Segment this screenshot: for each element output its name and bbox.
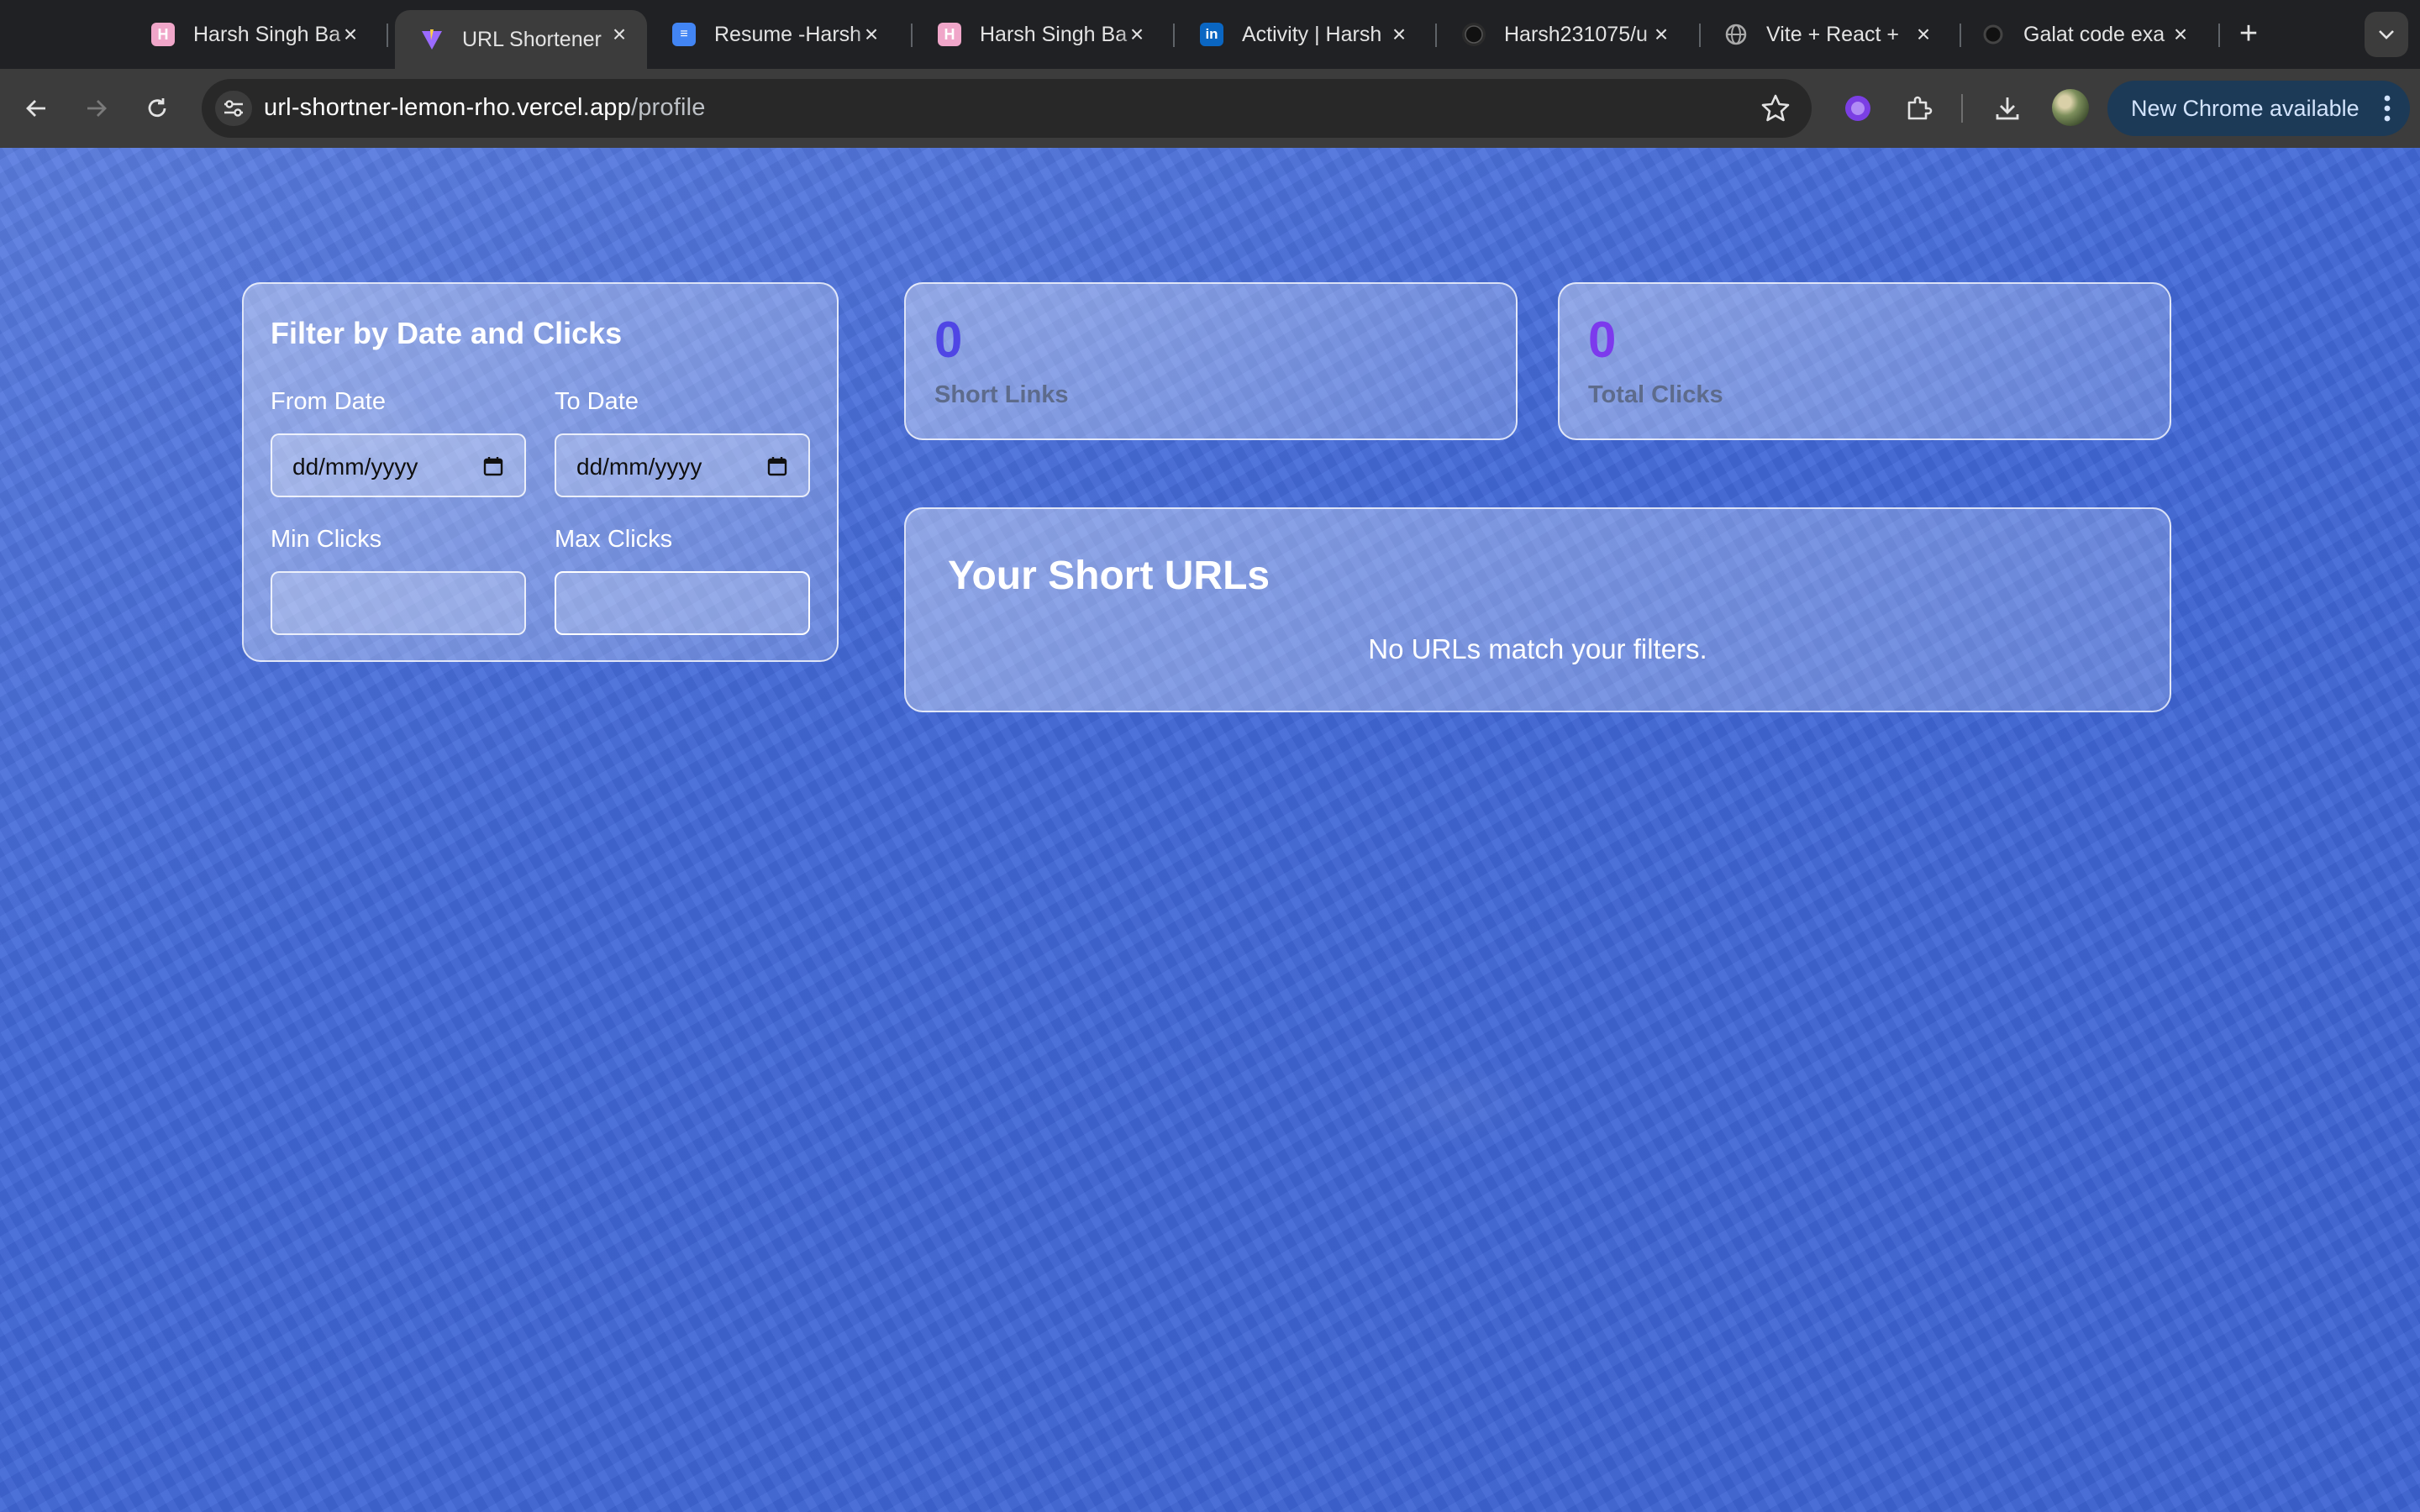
tab-title: Harsh Singh Ba [193,22,341,46]
close-tab-icon[interactable]: × [1911,22,1936,47]
tab-github[interactable]: Harsh231075/u × [1437,10,1689,59]
from-date-value: dd/mm/yyyy [292,454,418,480]
tab-vite-react[interactable]: Vite + React + × [1699,10,1951,59]
tab-separator [2218,24,2220,47]
openai-icon [1981,23,2005,46]
total-clicks-card: 0 Total Clicks [1558,282,2171,440]
browser-toolbar: url-shortner-lemon-rho.vercel.app/profil… [0,69,2420,148]
reload-button[interactable] [136,87,178,129]
tab-title: URL Shortener [462,27,602,51]
hashnode-icon: H [938,23,961,46]
downloads-button[interactable] [1986,87,2028,129]
total-clicks-label: Total Clicks [1588,381,1723,408]
url-host: url-shortner-lemon-rho.vercel.app [264,94,631,121]
calendar-icon[interactable] [482,455,504,477]
extension-badge-icon [1845,96,1870,121]
extensions-menu-button[interactable] [1897,87,1939,129]
site-info-button[interactable] [215,91,252,126]
reload-icon [148,98,166,118]
new-tab-button[interactable]: + [2232,15,2265,52]
from-date-label: From Date [271,388,386,415]
tab-title: Resume -Harsh [714,22,862,46]
extension-button[interactable] [1837,87,1879,129]
tab-title: Harsh231075/u [1504,22,1648,46]
total-clicks-count: 0 [1588,312,1617,368]
tab-title: Activity | Harsh [1242,22,1382,46]
max-clicks-input[interactable] [555,571,810,635]
tab-resume[interactable]: ≡ Resume -Harsh × [647,10,899,59]
short-links-count: 0 [934,312,963,368]
puzzle-icon [1907,96,1933,120]
download-icon [1996,97,2019,120]
more-vert-icon[interactable] [2383,94,2391,123]
short-urls-heading: Your Short URLs [948,554,1270,598]
tab-strip: H Harsh Singh Ba × URL Shortener × ≡ Res… [0,0,2420,69]
tune-icon [224,100,243,117]
address-bar[interactable]: url-shortner-lemon-rho.vercel.app/profil… [202,79,1812,138]
tab-harsh-singh-2[interactable]: H Harsh Singh Ba × [913,10,1165,59]
short-urls-panel: Your Short URLs No URLs match your filte… [904,507,2171,712]
close-tab-icon[interactable]: × [1124,22,1150,47]
globe-icon [1724,23,1748,46]
tab-url-shortener[interactable]: URL Shortener × [395,10,647,69]
linkedin-icon: in [1200,23,1223,46]
tab-title: Vite + React + [1766,22,1899,46]
to-date-value: dd/mm/yyyy [576,454,702,480]
vite-icon [420,28,444,51]
close-tab-icon[interactable]: × [2168,22,2193,47]
tab-linkedin-activity[interactable]: in Activity | Harsh × [1175,10,1427,59]
min-clicks-input[interactable] [271,571,526,635]
close-tab-icon[interactable]: × [607,22,632,47]
to-date-label: To Date [555,388,639,415]
tab-harsh-singh-1[interactable]: H Harsh Singh Ba × [126,10,378,59]
chevron-down-icon [2379,30,2394,39]
new-chrome-available-button[interactable]: New Chrome available [2107,81,2410,136]
close-tab-icon[interactable]: × [1386,22,1412,47]
google-docs-icon: ≡ [672,23,696,46]
short-links-label: Short Links [934,381,1069,408]
github-icon [1462,23,1486,46]
tab-separator [387,24,388,47]
url-path: /profile [630,94,706,121]
short-links-card: 0 Short Links [904,282,1518,440]
calendar-icon[interactable] [766,455,788,477]
close-tab-icon[interactable]: × [1649,22,1674,47]
filter-panel: Filter by Date and Clicks From Date dd/m… [242,282,839,662]
min-clicks-label: Min Clicks [271,526,382,553]
profile-avatar[interactable] [2052,89,2089,126]
max-clicks-label: Max Clicks [555,526,673,553]
close-tab-icon[interactable]: × [338,22,363,47]
toolbar-separator [1961,94,1963,123]
arrow-left-icon [26,100,45,117]
close-tab-icon[interactable]: × [859,22,884,47]
tab-galat-code[interactable]: Galat code exa × [1956,10,2208,59]
tab-search-button[interactable] [2365,12,2408,57]
back-button[interactable] [15,87,57,129]
url-text[interactable]: url-shortner-lemon-rho.vercel.app/profil… [264,94,706,122]
forward-button[interactable] [76,87,118,129]
filter-heading: Filter by Date and Clicks [271,316,623,350]
arrow-right-icon [87,100,107,117]
update-chip-label: New Chrome available [2131,95,2360,121]
from-date-input[interactable]: dd/mm/yyyy [271,433,526,497]
page-content: Filter by Date and Clicks From Date dd/m… [0,148,2420,1512]
tab-title: Galat code exa [2023,22,2165,46]
bookmark-star-icon[interactable] [1760,92,1791,124]
empty-state-message: No URLs match your filters. [1368,633,1707,664]
tab-title: Harsh Singh Ba [980,22,1128,46]
hashnode-icon: H [151,23,175,46]
to-date-input[interactable]: dd/mm/yyyy [555,433,810,497]
